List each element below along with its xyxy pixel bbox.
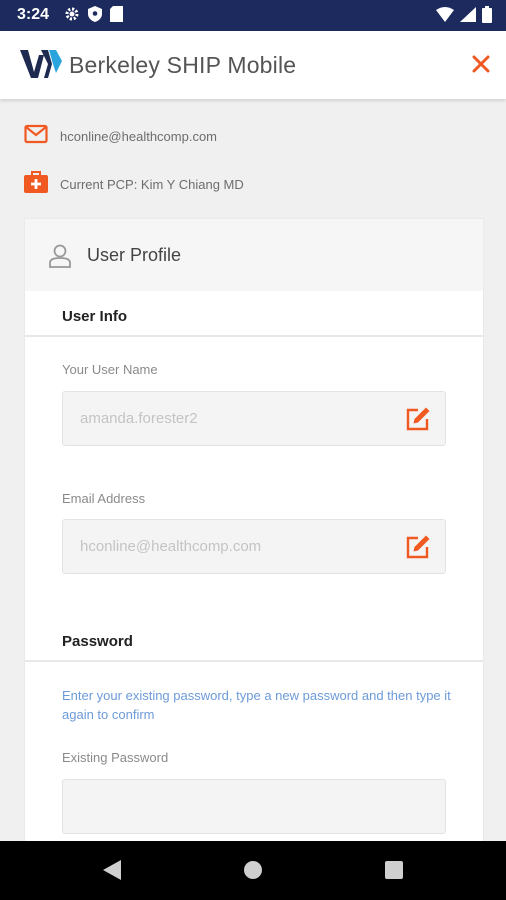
email-value: hconline@healthcomp.com: [80, 538, 262, 555]
user-profile-header: User Profile: [25, 219, 483, 291]
medical-kit-icon: [24, 171, 48, 198]
email-info-row: hconline@healthcomp.com: [24, 124, 217, 149]
shield-icon: [88, 6, 102, 27]
signal-icon: [460, 7, 476, 27]
edit-username-button[interactable]: [405, 406, 431, 437]
back-button[interactable]: [102, 859, 122, 886]
edit-icon: [406, 535, 430, 559]
user-info-title: User Info: [62, 308, 128, 325]
envelope-icon: [24, 124, 48, 149]
existing-password-input[interactable]: [62, 779, 446, 834]
user-icon: [49, 244, 71, 273]
system-nav-bar: [0, 841, 506, 900]
edit-email-button[interactable]: [405, 534, 431, 565]
password-title: Password: [62, 633, 133, 650]
username-value: amanda.forester2: [80, 410, 198, 427]
email-label: Email Address: [62, 491, 146, 506]
username-label: Your User Name: [62, 362, 158, 377]
password-hint: Enter your existing password, type a new…: [62, 688, 451, 722]
close-button[interactable]: [468, 51, 494, 77]
status-time: 3:24: [17, 6, 50, 23]
recents-button[interactable]: [384, 859, 404, 886]
user-email: hconline@healthcomp.com: [60, 129, 218, 144]
pcp-info-row: Current PCP: Kim Y Chiang MD: [24, 171, 244, 198]
close-icon: [472, 55, 490, 73]
existing-password-label: Existing Password: [62, 750, 169, 765]
sd-card-icon: [110, 6, 123, 27]
home-button[interactable]: [243, 859, 263, 886]
back-triangle-icon: [103, 860, 121, 880]
status-bar: 3:24: [0, 0, 506, 31]
user-profile-title: User Profile: [87, 245, 182, 265]
app-title: Berkeley SHIP Mobile: [69, 52, 297, 78]
divider: [25, 660, 483, 662]
user-profile-card: User Profile User Info Your User Name am…: [25, 219, 483, 859]
wifi-icon: [436, 7, 454, 27]
edit-icon: [406, 407, 430, 431]
home-circle-icon: [244, 861, 262, 879]
app-logo-icon: [20, 47, 62, 86]
settings-gear-icon: [64, 6, 80, 27]
username-field[interactable]: amanda.forester2: [62, 391, 446, 446]
recents-square-icon: [385, 861, 403, 879]
app-header: Berkeley SHIP Mobile: [0, 31, 506, 99]
email-field[interactable]: hconline@healthcomp.com: [62, 519, 446, 574]
battery-icon: [482, 6, 492, 28]
current-pcp: Current PCP: Kim Y Chiang MD: [60, 177, 244, 192]
divider: [25, 335, 483, 337]
